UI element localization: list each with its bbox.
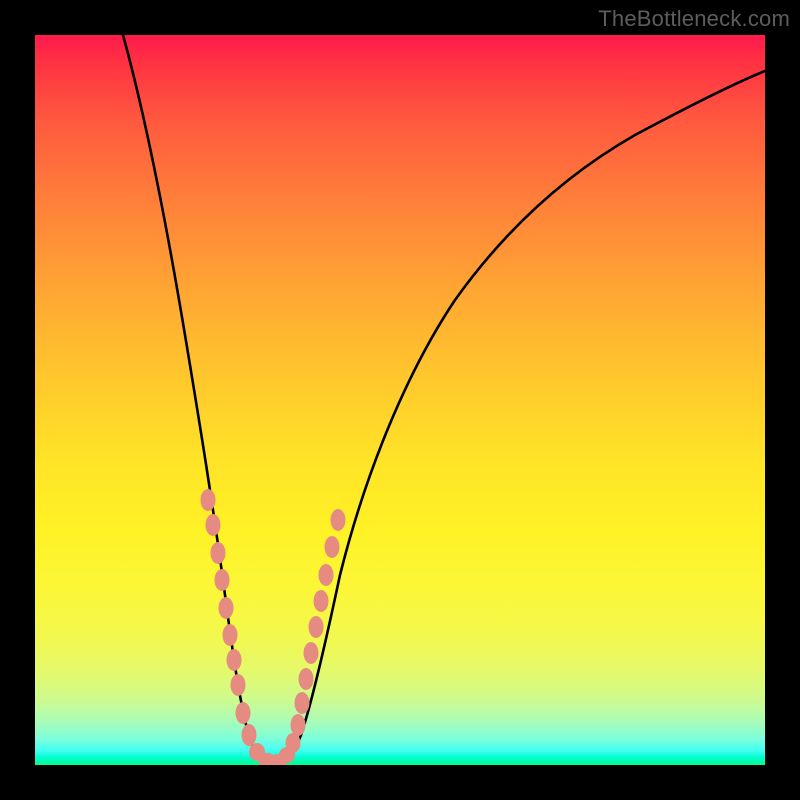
bottleneck-chart: TheBottleneck.com [0,0,800,800]
plot-area [35,35,765,765]
points-layer [35,35,765,765]
watermark-text: TheBottleneck.com [598,6,790,32]
sample-points-group [201,489,346,765]
